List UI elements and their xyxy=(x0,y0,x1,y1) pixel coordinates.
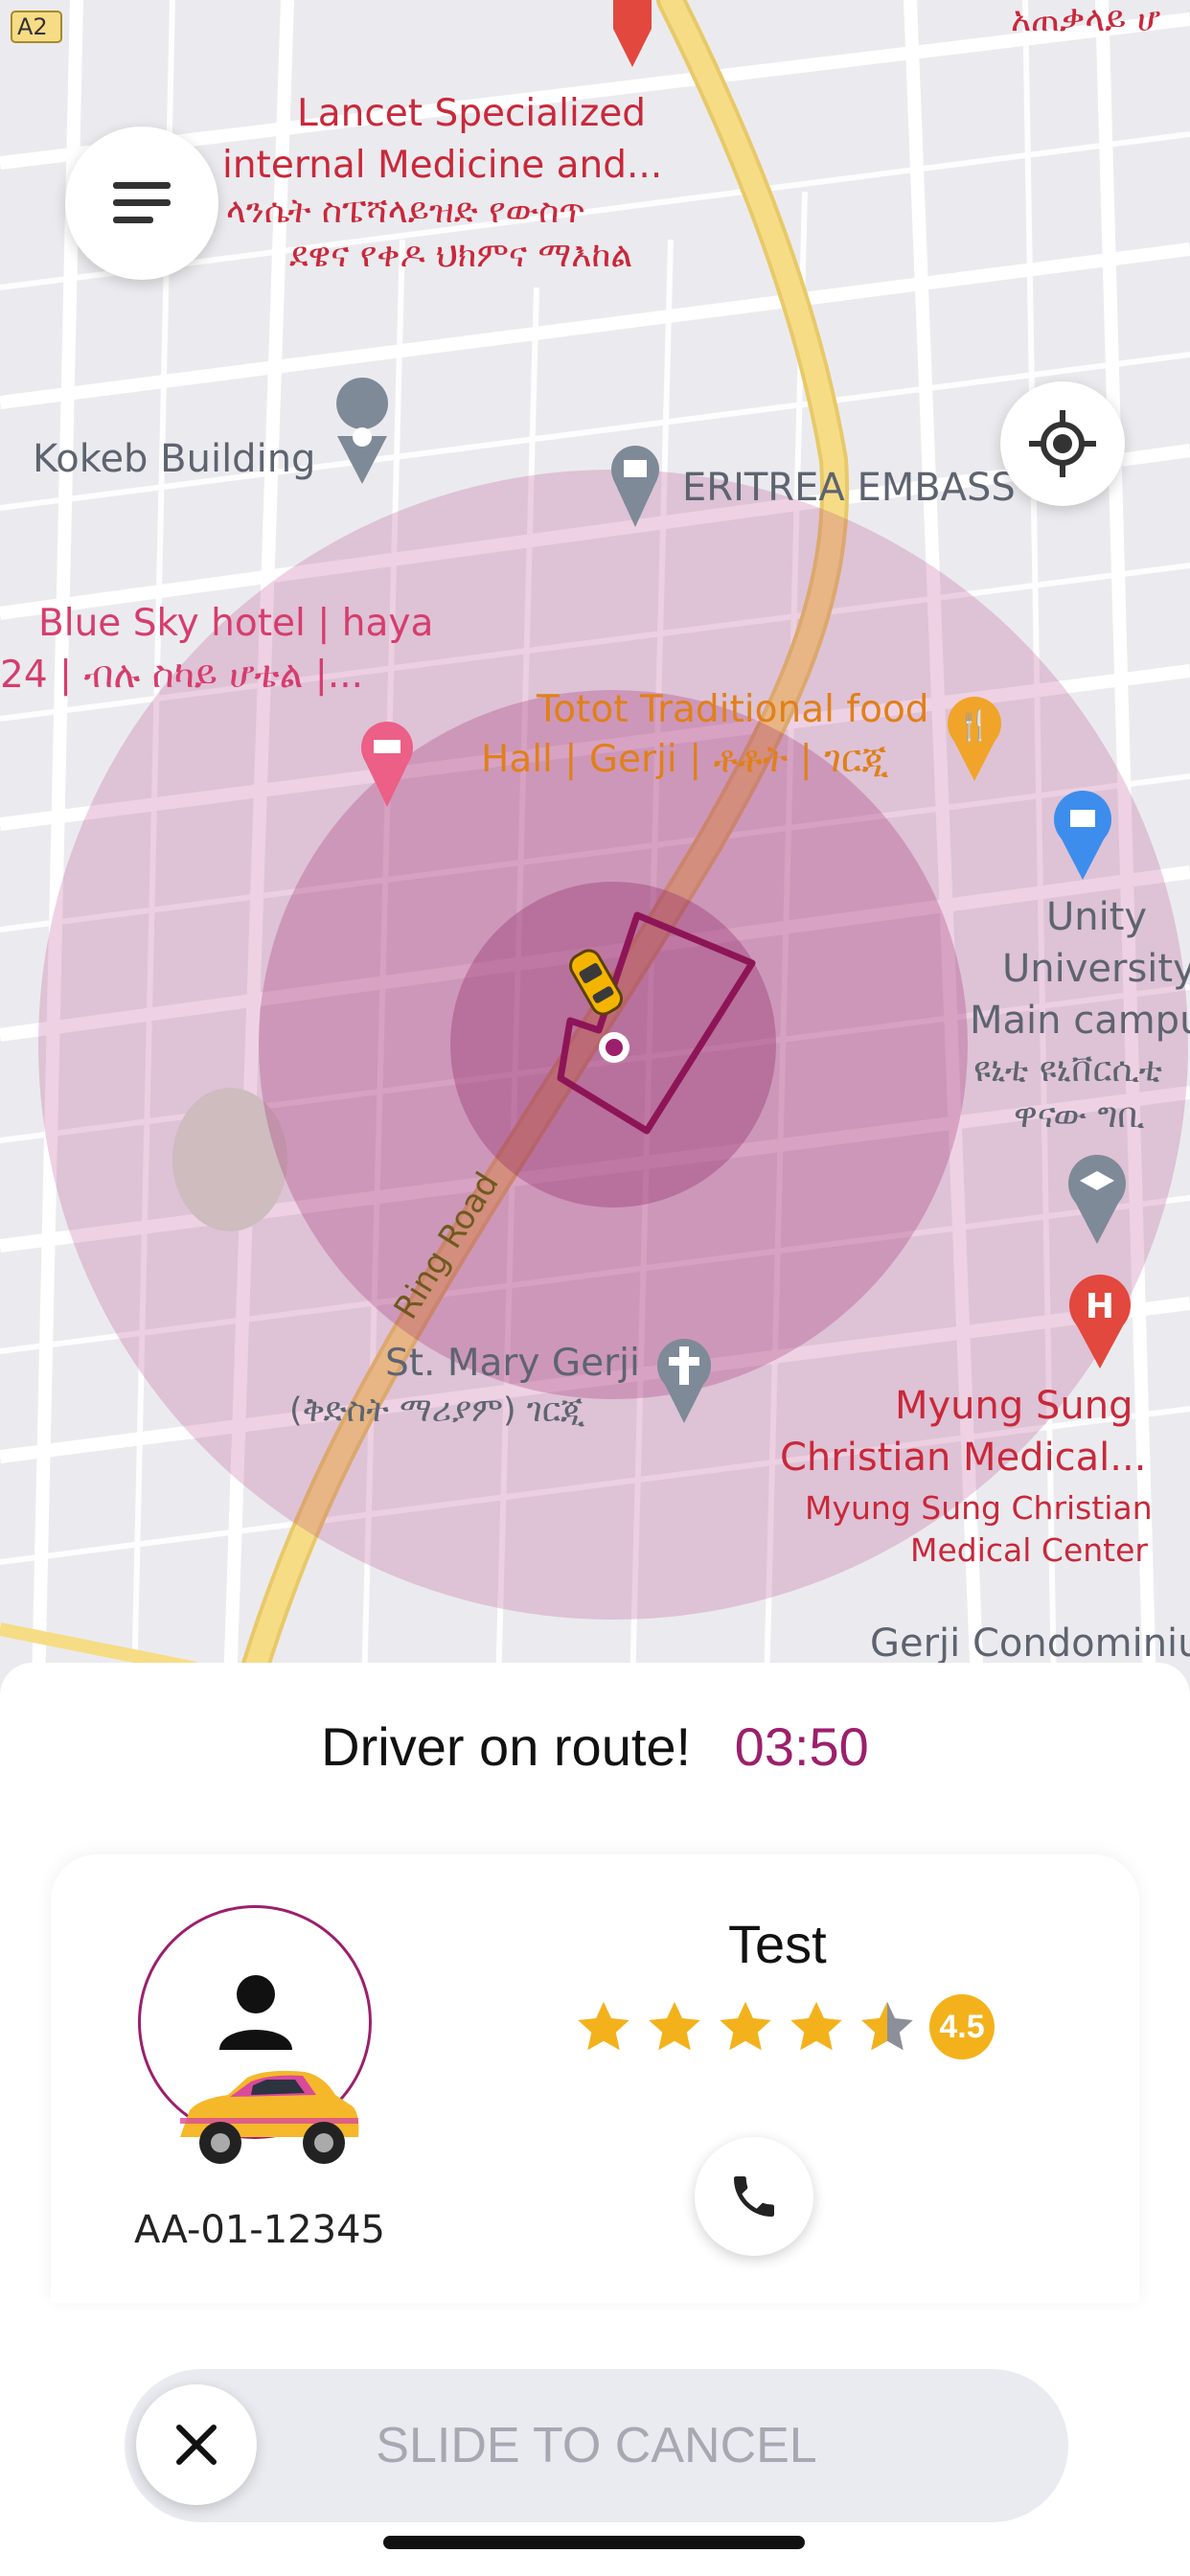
crosshair-icon xyxy=(1029,410,1096,477)
poi-gerji-label[interactable]: Gerji Condominiu xyxy=(870,1622,1190,1666)
poi-myung-label-2[interactable]: Christian Medical... xyxy=(780,1436,1146,1480)
poi-kokeb-label[interactable]: Kokeb Building xyxy=(33,437,315,481)
poi-stmary-label-am[interactable]: (ቅድስት ማሪያም) ገርጂ xyxy=(289,1392,585,1430)
poi-myung-label[interactable]: Myung Sung xyxy=(895,1384,1133,1428)
star-icon xyxy=(720,2001,771,2051)
rating-stars: 4.5 xyxy=(575,1993,995,2060)
svg-text:🍴: 🍴 xyxy=(956,708,992,743)
eta-timer: 03:50 xyxy=(734,1716,869,1777)
poi-bluesky-label-2[interactable]: 24 | ብሉ ስካይ ሆቴል |... xyxy=(0,654,363,697)
star-icon xyxy=(649,2001,700,2051)
rating-value: 4.5 xyxy=(939,2008,985,2045)
menu-button[interactable] xyxy=(65,126,218,280)
svg-text:H: H xyxy=(1086,1287,1114,1326)
menu-icon xyxy=(113,182,171,223)
poi-lancet-label-am[interactable]: ላንሴት ስፔሻላይዝድ የውስጥ xyxy=(226,192,585,232)
poi-totot-label-2[interactable]: Hall | Gerji | ቶቶት | ገርጂ xyxy=(481,738,889,781)
road-badge-label: A2 xyxy=(17,13,48,40)
star-half-icon xyxy=(861,2001,913,2051)
slide-to-cancel[interactable]: SLIDE TO CANCEL xyxy=(125,2369,1068,2522)
poi-unity-label-2[interactable]: University xyxy=(1002,947,1190,991)
poi-lancet-label-am-2[interactable]: ደዌና የቀዶ ህክምና ማእከል xyxy=(289,236,632,276)
poi-unity-label-am-2[interactable]: ዋናው ግቢ xyxy=(1014,1096,1145,1137)
poi-lancet-label[interactable]: Lancet Specialized xyxy=(297,92,646,135)
car-image xyxy=(180,2070,359,2164)
star-icon xyxy=(578,2001,629,2051)
phone-icon xyxy=(734,2176,774,2217)
locate-button[interactable] xyxy=(1000,381,1125,506)
call-button[interactable] xyxy=(695,2137,813,2256)
poi-unity-label-3[interactable]: Main campu xyxy=(970,999,1190,1043)
trip-status: Driver on route! 03:50 xyxy=(0,1715,1190,1778)
plate-number: AA-01-12345 xyxy=(134,2208,385,2252)
rating-badge: 4.5 xyxy=(929,1994,995,2059)
poi-stmary-label[interactable]: St. Mary Gerji xyxy=(385,1342,640,1385)
poi-unity-label-am[interactable]: ዩኒቲ ዩኒቨርሲቲ xyxy=(973,1050,1162,1091)
driver-name: Test xyxy=(728,1914,827,1974)
person-icon xyxy=(219,1975,292,2050)
slider-label: SLIDE TO CANCEL xyxy=(376,2418,817,2473)
poi-totot-label[interactable]: Totot Traditional food xyxy=(537,688,929,731)
poi-unity-label[interactable]: Unity xyxy=(1046,895,1147,939)
poi-bluesky-label[interactable]: Blue Sky hotel | haya xyxy=(38,602,433,645)
status-text: Driver on route! xyxy=(321,1716,692,1777)
poi-lancet-label-2[interactable]: internal Medicine and... xyxy=(222,144,662,187)
star-icon xyxy=(790,2001,842,2051)
poi-eritrea-label[interactable]: ERITREA EMBASS xyxy=(682,466,1016,510)
home-indicator xyxy=(383,2536,805,2549)
poi-myung-label-3[interactable]: Myung Sung Christian xyxy=(805,1489,1153,1527)
poi-top-right-label[interactable]: አጠቃላይ ሆ xyxy=(1011,0,1160,40)
poi-myung-label-4[interactable]: Medical Center xyxy=(910,1531,1148,1569)
